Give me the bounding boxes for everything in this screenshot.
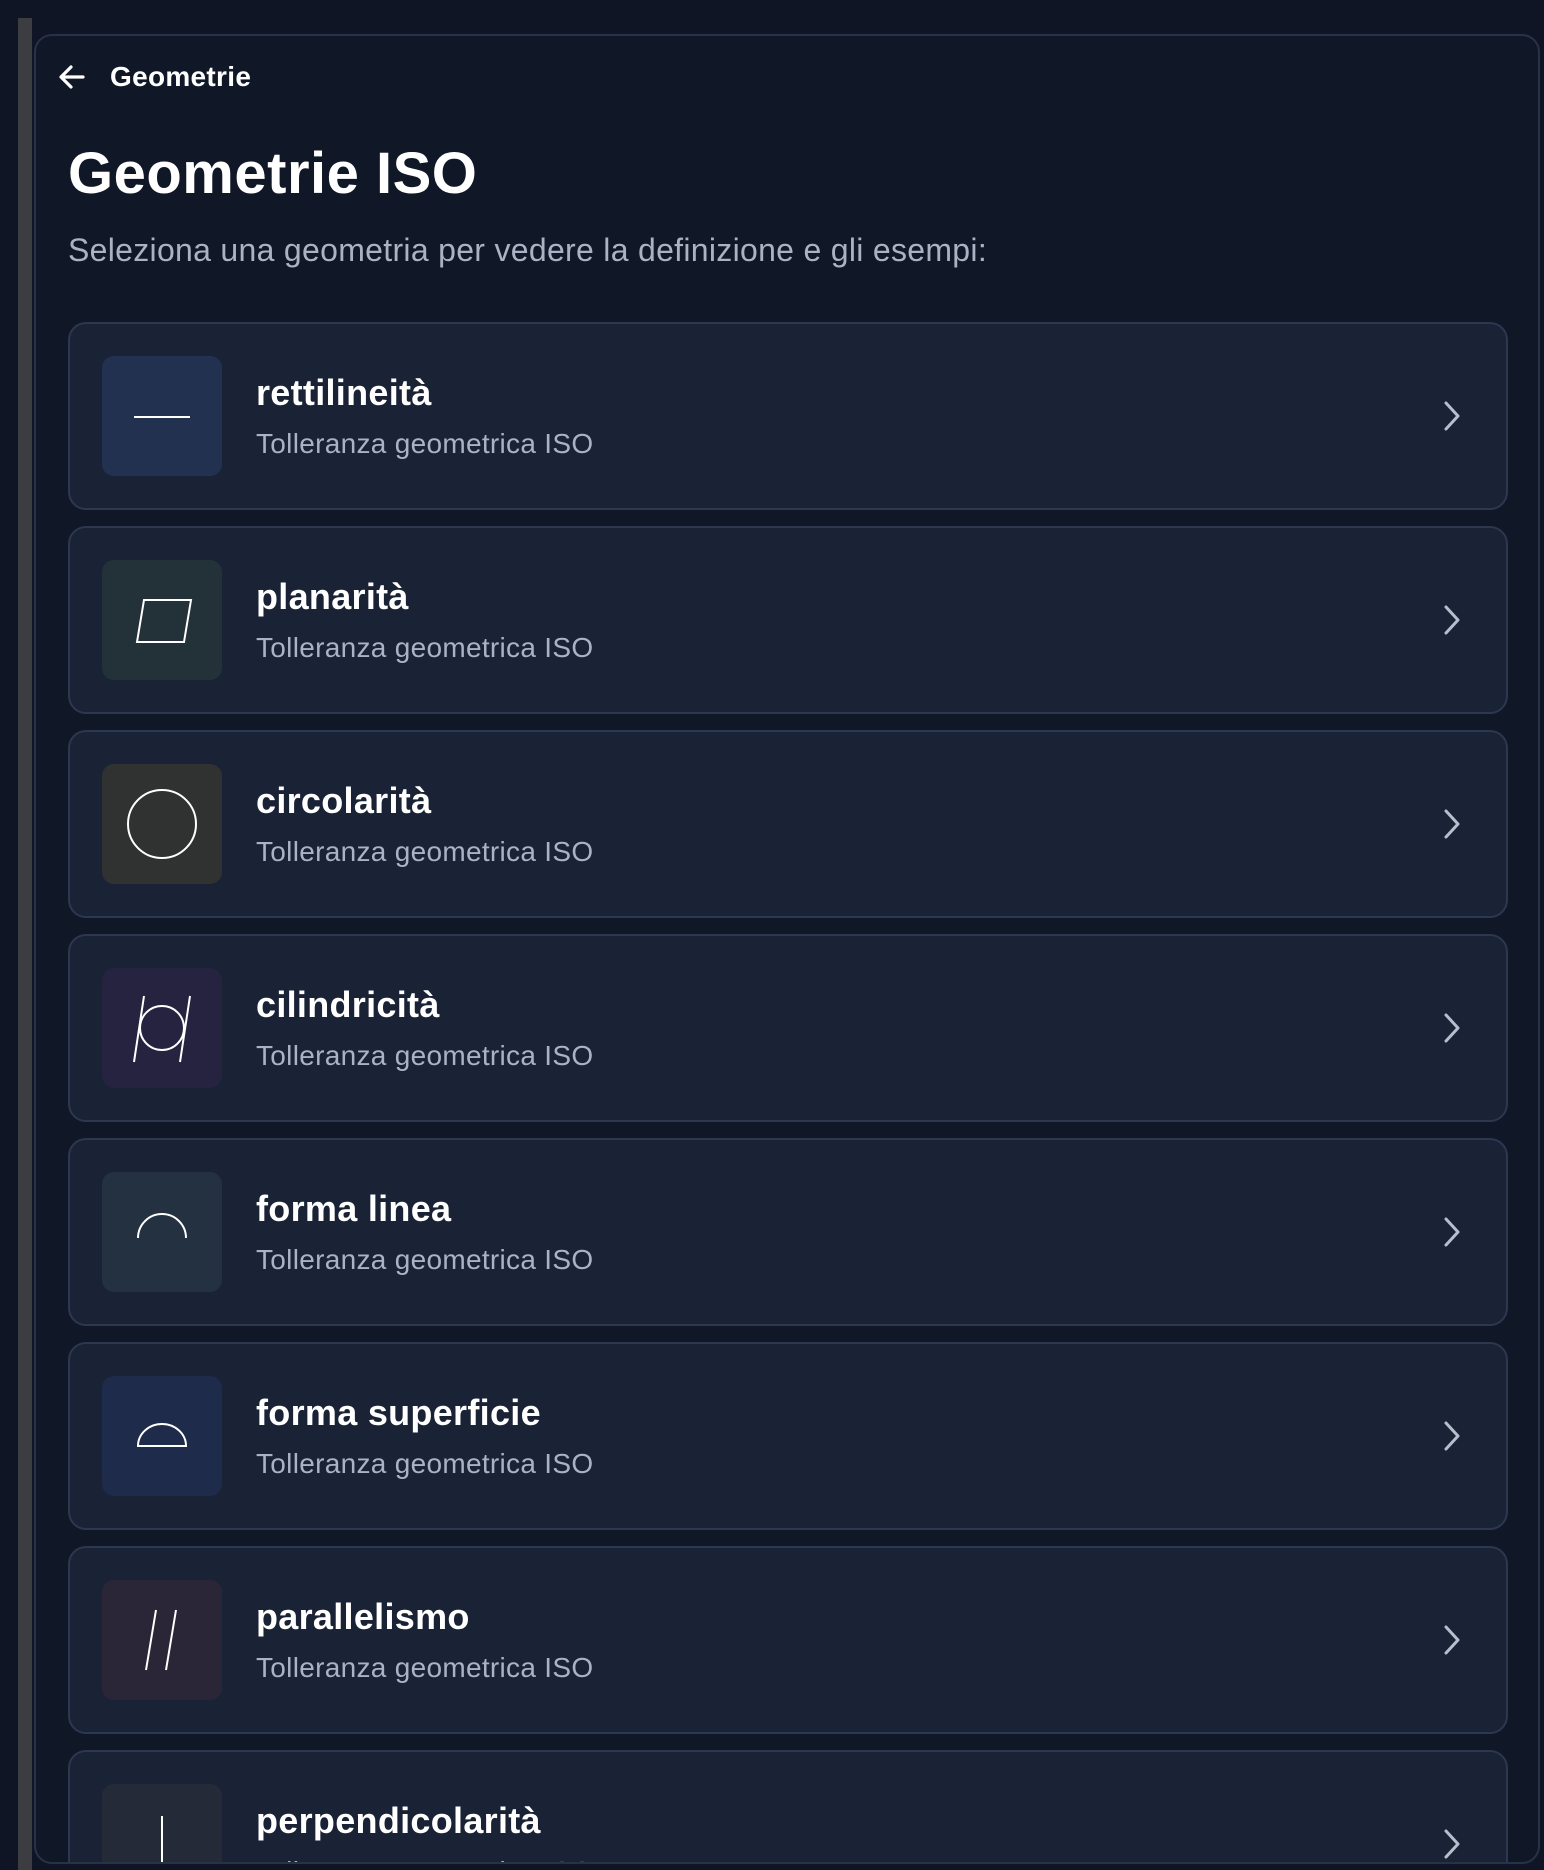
icon-box: [102, 1784, 222, 1862]
geometry-panel: Geometrie Geometrie ISO Seleziona una ge…: [34, 34, 1540, 1864]
parallelism-icon: [145, 1609, 177, 1671]
page-subtitle: Seleziona una geometria per vedere la de…: [68, 232, 988, 268]
chevron-right-icon: [1434, 1418, 1470, 1454]
item-title: circolarità: [256, 780, 432, 821]
chevron-right-icon: [1434, 398, 1470, 434]
surface-profile-icon: [136, 1423, 188, 1447]
geometry-item-forma-superficie[interactable]: forma superficie Tolleranza geometrica I…: [68, 1342, 1508, 1530]
window-left-edge: [18, 18, 32, 1870]
geometry-item-cilindricita[interactable]: cilindricità Tolleranza geometrica ISO: [68, 934, 1508, 1122]
straightness-icon: [134, 416, 190, 418]
page-title: Geometrie ISO: [68, 141, 478, 206]
geometry-item-parallelismo[interactable]: parallelismo Tolleranza geometrica ISO: [68, 1546, 1508, 1734]
item-subtitle: Tolleranza geometrica ISO: [256, 1040, 594, 1071]
icon-box: [102, 356, 222, 476]
item-title: rettilineità: [256, 372, 432, 413]
item-subtitle: Tolleranza geometrica ISO: [256, 836, 594, 867]
line-profile-icon: [137, 1213, 187, 1239]
perpendicularity-icon: [161, 1816, 163, 1862]
chevron-right-icon: [1434, 806, 1470, 842]
back-arrow-icon[interactable]: [56, 61, 88, 93]
geometry-item-circolarita[interactable]: circolarità Tolleranza geometrica ISO: [68, 730, 1508, 918]
item-subtitle: Tolleranza geometrica ISO: [256, 1856, 593, 1862]
icon-box: [102, 968, 222, 1088]
icon-box: [102, 1172, 222, 1292]
icon-box: [102, 560, 222, 680]
circularity-icon: [127, 789, 197, 859]
top-bar: Geometrie: [56, 54, 251, 100]
item-title: forma superficie: [256, 1392, 541, 1433]
geometry-list: rettilineità Tolleranza geometrica ISO p…: [68, 322, 1508, 1862]
icon-box: [102, 1376, 222, 1496]
item-title: perpendicolarità: [256, 1800, 541, 1841]
chevron-right-icon: [1434, 1010, 1470, 1046]
item-subtitle: Tolleranza geometrica ISO: [256, 1652, 594, 1683]
item-title: forma linea: [256, 1188, 452, 1229]
icon-box: [102, 764, 222, 884]
chevron-right-icon: [1434, 1214, 1470, 1250]
geometry-item-rettilineita[interactable]: rettilineità Tolleranza geometrica ISO: [68, 322, 1508, 510]
item-title: planarità: [256, 576, 409, 617]
item-subtitle: Tolleranza geometrica ISO: [256, 632, 594, 663]
item-title: cilindricità: [256, 984, 440, 1025]
chevron-right-icon: [1434, 1826, 1470, 1862]
chevron-right-icon: [1434, 1622, 1470, 1658]
icon-box: [102, 1580, 222, 1700]
chevron-right-icon: [1434, 602, 1470, 638]
item-subtitle: Tolleranza geometrica ISO: [256, 1244, 594, 1275]
back-link-label[interactable]: Geometrie: [110, 61, 251, 93]
geometry-item-forma-linea[interactable]: forma linea Tolleranza geometrica ISO: [68, 1138, 1508, 1326]
item-subtitle: Tolleranza geometrica ISO: [256, 428, 594, 459]
item-title: parallelismo: [256, 1596, 470, 1637]
item-subtitle: Tolleranza geometrica ISO: [256, 1448, 594, 1479]
cylindricity-icon: [133, 995, 191, 1063]
geometry-item-planarita[interactable]: planarità Tolleranza geometrica ISO: [68, 526, 1508, 714]
geometry-item-perpendicolarita[interactable]: perpendicolarità Tolleranza geometrica I…: [68, 1750, 1508, 1862]
flatness-icon: [135, 599, 193, 643]
